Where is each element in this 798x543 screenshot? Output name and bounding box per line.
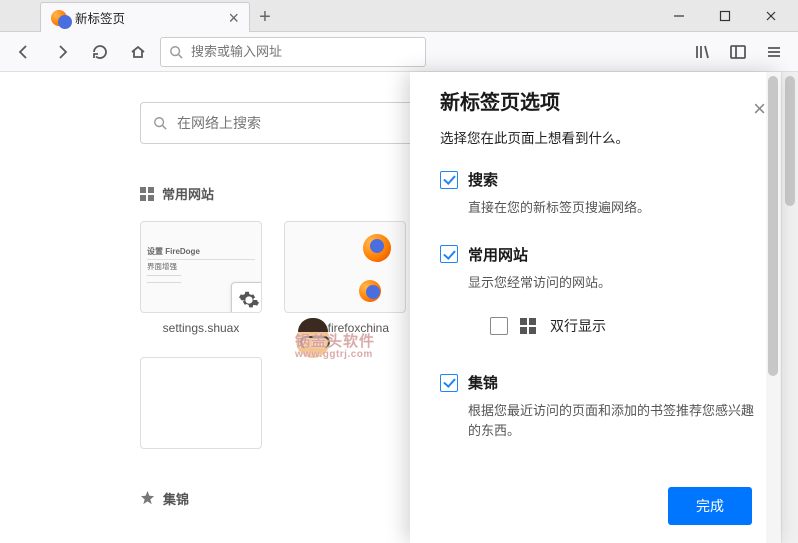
- watermark-text: 锅盖头软件www.ggtrj.com: [295, 330, 375, 360]
- panel-subtitle: 选择您在此页面上想看到什么。: [440, 127, 758, 147]
- highlights-icon: [140, 491, 155, 506]
- done-button[interactable]: 完成: [668, 487, 752, 525]
- firefox-favicon-icon: [51, 10, 67, 26]
- reload-button[interactable]: [84, 36, 116, 68]
- top-site-tile[interactable]: start.firefoxchina: [284, 221, 406, 335]
- page-scrollbar[interactable]: [781, 72, 798, 543]
- tile-caption: settings.shuax: [140, 321, 262, 335]
- back-button[interactable]: [8, 36, 40, 68]
- library-button[interactable]: [686, 36, 718, 68]
- tile-thumbnail: [284, 221, 406, 313]
- highlights-label: 集锦: [163, 489, 189, 508]
- two-rows-label: 双行显示: [550, 316, 606, 336]
- new-tab-button[interactable]: +: [250, 2, 280, 32]
- url-bar[interactable]: [160, 37, 426, 67]
- search-checkbox[interactable]: [440, 171, 458, 189]
- gear-icon: [231, 282, 262, 313]
- sidebar-button[interactable]: [722, 36, 754, 68]
- top-site-tile-empty[interactable]: [140, 357, 262, 449]
- option-top-sites: 常用网站 显示您经常访问的网站。 双行显示: [440, 244, 758, 347]
- panel-title: 新标签页选项: [440, 86, 758, 115]
- two-rows-checkbox[interactable]: [490, 317, 508, 335]
- window-maximize-button[interactable]: [702, 1, 748, 31]
- top-sites-label: 常用网站: [162, 184, 214, 203]
- window-minimize-button[interactable]: [656, 1, 702, 31]
- tab-close-button[interactable]: ×: [228, 9, 239, 27]
- top-site-tile[interactable]: 设置 FireDoge 界面增强 ──────── ──────── setti…: [140, 221, 262, 335]
- option-desc: 根据您最近访问的页面和添加的书签推荐您感兴趣的东西。: [468, 401, 758, 440]
- option-title: 常用网站: [468, 244, 528, 265]
- search-icon: [169, 45, 183, 59]
- navigation-toolbar: [0, 32, 798, 72]
- grid-icon: [140, 187, 154, 201]
- grid-icon: [520, 318, 538, 334]
- url-input[interactable]: [191, 44, 417, 59]
- two-rows-option: 双行显示: [490, 306, 758, 346]
- scrollbar-thumb[interactable]: [785, 76, 795, 206]
- tab-strip: 新标签页 × +: [0, 0, 280, 32]
- tile-thumbnail: [140, 357, 262, 449]
- scrollbar-thumb[interactable]: [768, 76, 778, 376]
- search-icon: [153, 116, 167, 130]
- browser-tab[interactable]: 新标签页 ×: [40, 2, 250, 32]
- option-desc: 直接在您的新标签页搜遍网络。: [468, 198, 758, 218]
- panel-close-button[interactable]: ×: [753, 98, 766, 120]
- option-highlights: 集锦 根据您最近访问的页面和添加的书签推荐您感兴趣的东西。: [440, 372, 758, 440]
- option-search: 搜索 直接在您的新标签页搜遍网络。: [440, 169, 758, 218]
- option-desc: 显示您经常访问的网站。: [468, 273, 758, 293]
- highlights-checkbox[interactable]: [440, 374, 458, 392]
- home-button[interactable]: [122, 36, 154, 68]
- menu-button[interactable]: [758, 36, 790, 68]
- panel-scrollbar[interactable]: [766, 72, 780, 543]
- newtab-options-panel: × 新标签页选项 选择您在此页面上想看到什么。 搜索 直接在您的新标签页搜遍网络…: [410, 72, 780, 543]
- window-close-button[interactable]: [748, 1, 794, 31]
- tab-title: 新标签页: [75, 8, 220, 27]
- tile-thumbnail: 设置 FireDoge 界面增强 ──────── ────────: [140, 221, 262, 313]
- top-sites-checkbox[interactable]: [440, 245, 458, 263]
- forward-button[interactable]: [46, 36, 78, 68]
- option-title: 集锦: [468, 372, 498, 393]
- option-title: 搜索: [468, 169, 498, 190]
